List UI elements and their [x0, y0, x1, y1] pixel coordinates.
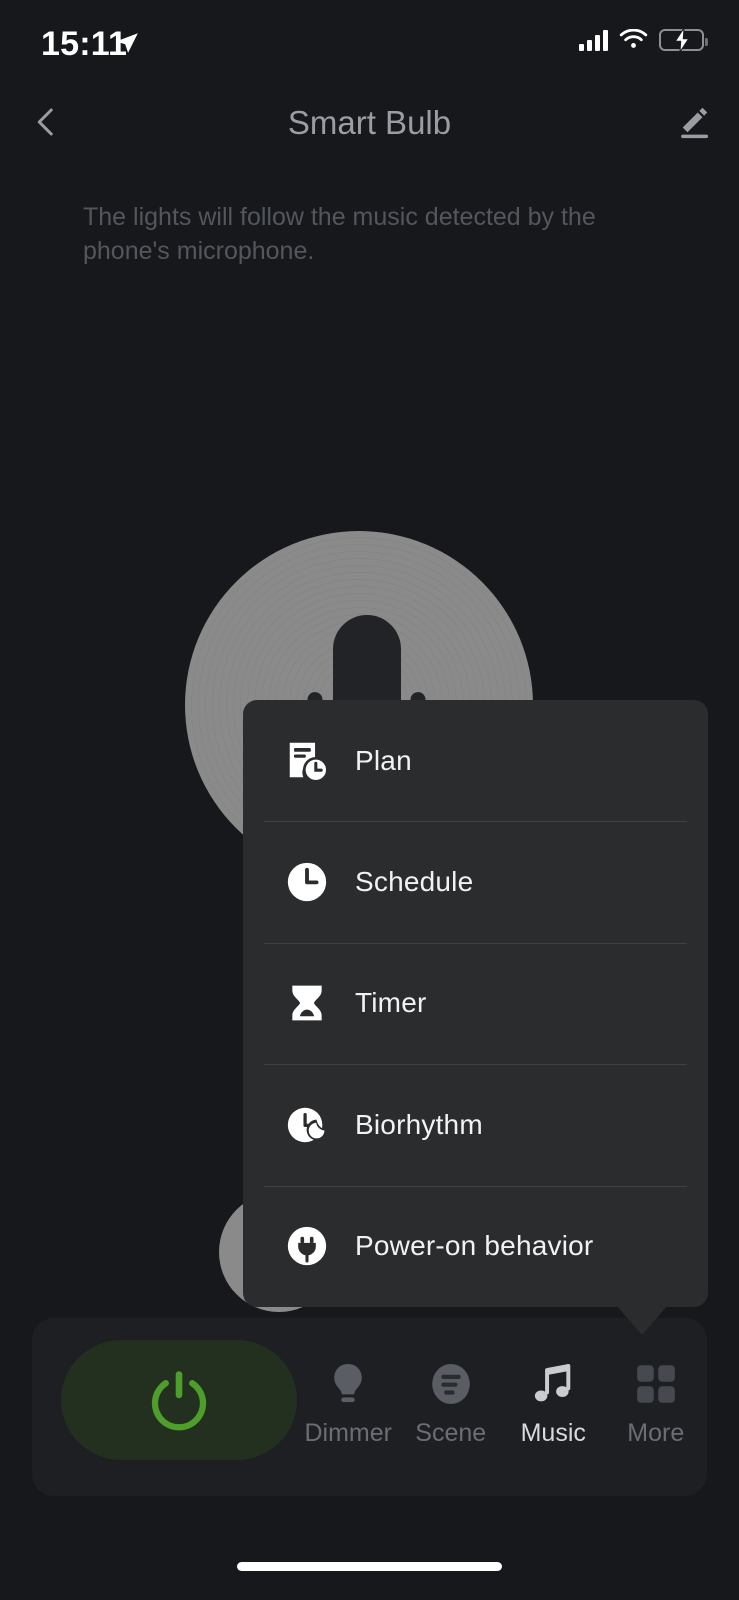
- tab-scene[interactable]: Scene: [400, 1318, 503, 1496]
- menu-item-label: Biorhythm: [355, 1108, 483, 1140]
- mode-description: The lights will follow the music detecte…: [83, 203, 596, 265]
- menu-item-timer[interactable]: Timer: [243, 942, 708, 1064]
- app-screen: 15:11 Smart Bulb The lights will follow …: [0, 0, 739, 1600]
- menu-item-schedule[interactable]: Schedule: [243, 821, 708, 942]
- bottom-tab-bar: Dimmer Scene Music More: [32, 1318, 707, 1496]
- grid-icon: [632, 1355, 680, 1413]
- wifi-icon: [619, 28, 648, 51]
- tab-list: Dimmer Scene Music More: [297, 1318, 707, 1496]
- nav-header: Smart Bulb: [0, 84, 739, 162]
- menu-item-label: Plan: [355, 744, 412, 776]
- tab-more[interactable]: More: [605, 1318, 708, 1496]
- hourglass-icon: [281, 977, 333, 1029]
- power-toggle-button[interactable]: [61, 1340, 297, 1460]
- status-bar-indicators: [579, 28, 708, 52]
- music-note-icon: [528, 1355, 578, 1413]
- location-arrow-icon: [114, 30, 140, 56]
- edit-pencil-icon: [681, 107, 709, 139]
- home-indicator[interactable]: [237, 1562, 502, 1571]
- tab-label: Dimmer: [304, 1418, 393, 1447]
- menu-item-biorhythm[interactable]: Biorhythm: [243, 1064, 708, 1185]
- battery-charging-icon: [659, 28, 708, 52]
- tab-label: Scene: [415, 1418, 487, 1447]
- bulb-icon: [323, 1355, 373, 1413]
- menu-item-label: Power-on behavior: [355, 1230, 594, 1262]
- menu-item-label: Schedule: [355, 866, 474, 898]
- more-dropdown-menu: Plan Schedule Timer Biorhythm Power-on b…: [243, 700, 708, 1307]
- plan-document-clock-icon: [281, 735, 333, 787]
- menu-item-plan[interactable]: Plan: [243, 700, 708, 821]
- sun-moon-icon: [281, 1099, 333, 1151]
- page-title: Smart Bulb: [287, 104, 452, 141]
- tab-label: More: [627, 1418, 685, 1447]
- cellular-signal-icon: [579, 29, 608, 51]
- tab-label: Music: [520, 1418, 586, 1447]
- power-plug-icon: [281, 1220, 333, 1272]
- scene-icon: [427, 1355, 475, 1413]
- clock-icon: [281, 856, 333, 908]
- tab-dimmer[interactable]: Dimmer: [297, 1318, 400, 1496]
- status-bar: 15:11: [0, 0, 739, 84]
- power-icon: [151, 1371, 207, 1431]
- menu-item-label: Timer: [355, 987, 427, 1019]
- edit-button[interactable]: [669, 98, 717, 146]
- menu-item-power-on-behavior[interactable]: Power-on behavior: [243, 1185, 708, 1307]
- tab-music[interactable]: Music: [502, 1318, 605, 1496]
- menu-pointer-arrow: [616, 1305, 668, 1335]
